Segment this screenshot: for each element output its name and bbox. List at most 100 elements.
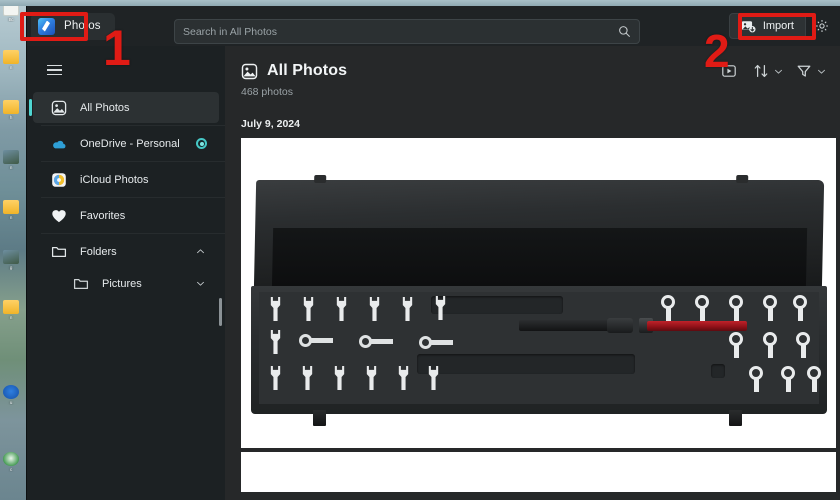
import-button[interactable]: Import <box>728 13 806 39</box>
sidebar-item-pictures[interactable]: Pictures <box>33 268 219 299</box>
app-body: All Photos OneDrive - Personal iCloud Ph… <box>27 46 840 500</box>
content-area: All Photos 468 photos July 9, 2024 <box>225 46 840 500</box>
torque-body <box>647 320 747 331</box>
ring-spanner <box>793 295 807 321</box>
ring-spanner <box>729 332 743 358</box>
torque-wrench <box>519 318 749 333</box>
photos-app-icon <box>38 17 55 35</box>
foam-insert <box>259 292 821 404</box>
icloud-photos-icon <box>52 172 66 187</box>
sidebar-divider <box>41 125 225 126</box>
desktop-icon[interactable]: n <box>2 200 20 220</box>
content-header: All Photos 468 photos July 9, 2024 <box>241 46 840 130</box>
play-box-icon <box>722 65 736 77</box>
sidebar-item-all-photos[interactable]: All Photos <box>29 92 219 123</box>
latch <box>729 410 742 426</box>
desktop-icon-label: h <box>9 115 13 120</box>
titlebar-actions: Import <box>728 6 836 46</box>
desktop-icon-label: n <box>9 165 13 170</box>
photo-thumbnail[interactable] <box>241 452 836 492</box>
image-icon <box>3 250 19 264</box>
hamburger-menu-icon[interactable] <box>37 54 71 86</box>
wrench <box>302 366 313 390</box>
sidebar-divider <box>41 197 225 198</box>
sidebar: All Photos OneDrive - Personal iCloud Ph… <box>27 46 225 500</box>
sync-status-badge <box>196 138 207 149</box>
chevron-down-icon[interactable] <box>817 67 826 76</box>
folder-icon <box>3 200 19 214</box>
onedrive-icon <box>53 140 66 148</box>
content-toolbar <box>718 60 826 82</box>
import-photos-icon <box>741 20 756 32</box>
slideshow-button[interactable] <box>718 60 740 82</box>
wrench <box>270 297 281 321</box>
image-icon <box>3 150 19 164</box>
app-title-label: Photos <box>64 20 101 32</box>
tool-slot <box>417 354 635 374</box>
desktop-icon[interactable]: g <box>2 250 20 270</box>
page-title: All Photos <box>267 62 348 79</box>
wrench <box>334 366 345 390</box>
case-lid <box>253 175 825 292</box>
tool-case-image <box>251 175 831 426</box>
desktop-icon[interactable]: h <box>2 100 20 120</box>
sidebar-item-favorites[interactable]: Favorites <box>33 200 219 231</box>
desktop-icon[interactable]: u <box>2 385 20 405</box>
torque-head <box>607 318 633 333</box>
desktop-icon-label: Bc <box>8 17 14 22</box>
chevron-down-icon[interactable] <box>196 279 205 288</box>
filter-control[interactable] <box>793 60 826 82</box>
ring-spanner <box>749 366 763 392</box>
chevron-down-icon[interactable] <box>774 67 783 76</box>
desktop-icon[interactable]: n <box>2 150 20 170</box>
all-photos-icon <box>51 100 67 115</box>
desktop-icon[interactable]: n <box>2 300 20 320</box>
wrench <box>303 297 314 321</box>
sidebar-item-onedrive[interactable]: OneDrive - Personal <box>33 128 219 159</box>
tool-slot <box>431 296 563 314</box>
folder-icon <box>3 100 19 114</box>
combination-wrench <box>419 336 453 349</box>
filter-button[interactable] <box>793 60 815 82</box>
photo-grid <box>241 138 840 492</box>
search-input[interactable]: Search in All Photos <box>183 26 618 38</box>
sidebar-item-label: All Photos <box>80 101 130 114</box>
chevron-up-icon[interactable] <box>196 247 205 256</box>
photos-app-title[interactable]: Photos <box>31 12 115 40</box>
ring-spanner <box>807 366 821 392</box>
gear-icon <box>816 20 828 32</box>
desktop-background: Bc n h n n g n u c <box>0 0 26 500</box>
date-group-header: July 9, 2024 <box>241 118 300 130</box>
tool-slot <box>711 364 725 378</box>
search-bar[interactable]: Search in All Photos <box>174 19 640 44</box>
sidebar-item-icloud-photos[interactable]: iCloud Photos <box>33 164 219 195</box>
sidebar-item-label: OneDrive - Personal <box>80 137 180 150</box>
wrench <box>270 366 281 390</box>
desktop-icon[interactable]: n <box>2 50 20 70</box>
sort-button[interactable] <box>750 60 772 82</box>
folder-icon <box>51 246 67 257</box>
ring-spanner <box>763 295 777 321</box>
photo-thumbnail[interactable] <box>241 138 836 448</box>
sidebar-item-label: iCloud Photos <box>80 173 149 186</box>
wrench <box>398 366 409 390</box>
folder-icon <box>3 300 19 314</box>
sort-control[interactable] <box>750 60 783 82</box>
heart-icon <box>52 209 66 222</box>
sidebar-item-folders[interactable]: Folders <box>33 236 219 267</box>
desktop-icon-label: u <box>9 400 13 405</box>
desktop-icon[interactable]: c <box>2 452 20 472</box>
settings-button[interactable] <box>808 12 836 40</box>
wrench <box>369 297 380 321</box>
photo-count-label: 468 photos <box>241 86 293 98</box>
desktop-icon-label: n <box>9 215 13 220</box>
desktop-icon-label: c <box>9 467 13 472</box>
wrench <box>366 366 377 390</box>
latch <box>313 410 326 426</box>
sidebar-item-label: Pictures <box>102 277 142 290</box>
wrench <box>270 330 281 354</box>
sidebar-item-label: Folders <box>80 245 117 258</box>
ring-spanner <box>796 332 810 358</box>
combination-wrench <box>299 334 333 347</box>
sidebar-scrollbar[interactable] <box>219 298 222 326</box>
